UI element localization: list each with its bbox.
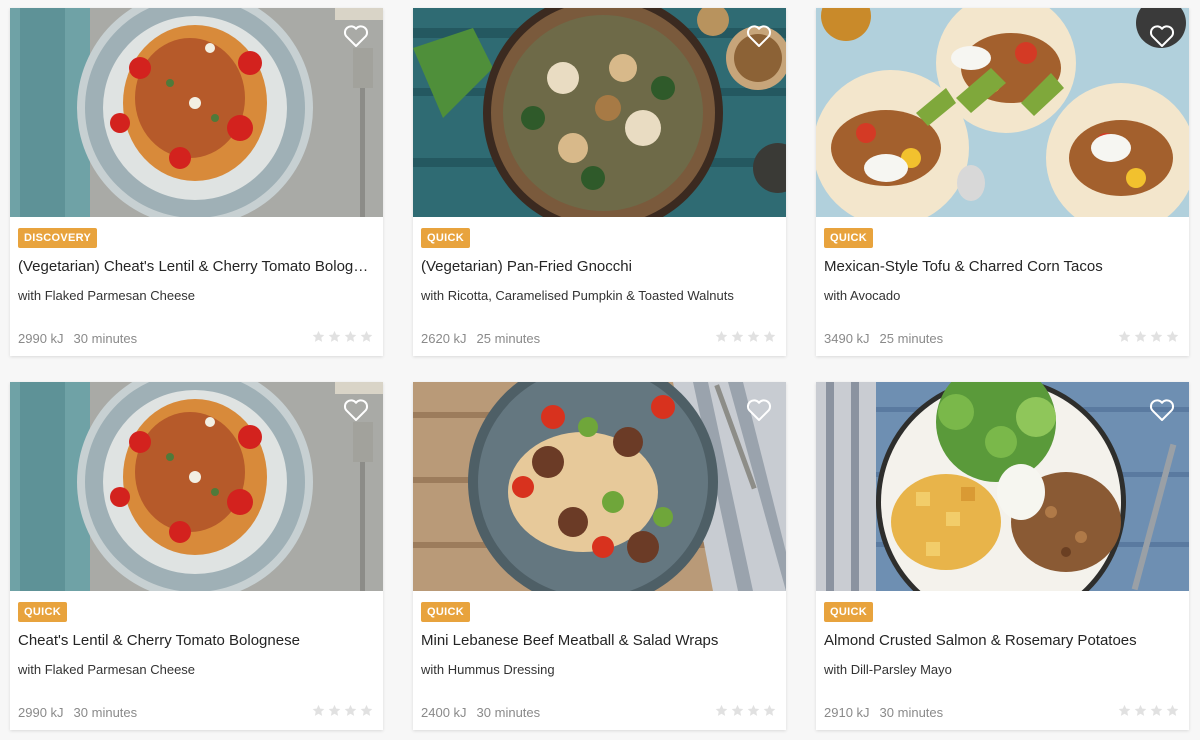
favorite-heart-icon[interactable]: [343, 398, 369, 422]
recipe-badge: DISCOVERY: [18, 228, 98, 248]
star-icon[interactable]: [1150, 704, 1163, 717]
recipe-meta: 2990 kJ 30 minutes: [18, 705, 137, 720]
star-icon[interactable]: [360, 704, 373, 717]
recipe-title[interactable]: (Vegetarian) Cheat's Lentil & Cherry Tom…: [18, 257, 375, 277]
salmon-potatoes-photo: [816, 382, 1189, 591]
favorite-heart-icon[interactable]: [746, 24, 772, 48]
star-icon[interactable]: [731, 330, 744, 343]
recipe-meta: 2620 kJ 25 minutes: [421, 331, 540, 346]
recipe-meta: 2990 kJ 30 minutes: [18, 331, 137, 346]
recipe-card[interactable]: DISCOVERY (Vegetarian) Cheat's Lentil & …: [10, 8, 383, 356]
recipe-image[interactable]: [816, 382, 1189, 591]
recipe-badge: QUICK: [421, 602, 470, 622]
recipe-title[interactable]: (Vegetarian) Pan-Fried Gnocchi: [421, 257, 778, 277]
tacos-photo: [816, 8, 1189, 217]
recipe-energy: 2910 kJ: [824, 705, 870, 720]
recipe-title[interactable]: Mini Lebanese Beef Meatball & Salad Wrap…: [421, 631, 778, 651]
recipe-energy: 2400 kJ: [421, 705, 467, 720]
star-icon[interactable]: [344, 704, 357, 717]
recipe-energy: 2620 kJ: [421, 331, 467, 346]
recipe-title[interactable]: Almond Crusted Salmon & Rosemary Potatoe…: [824, 631, 1181, 651]
star-rating[interactable]: [715, 330, 776, 343]
star-rating[interactable]: [1118, 704, 1179, 717]
favorite-heart-icon[interactable]: [1149, 398, 1175, 422]
recipe-image[interactable]: [10, 382, 383, 591]
gnocchi-bowl-photo: [413, 8, 786, 217]
recipe-energy: 3490 kJ: [824, 331, 870, 346]
star-rating[interactable]: [715, 704, 776, 717]
star-icon[interactable]: [1118, 704, 1131, 717]
recipe-title[interactable]: Cheat's Lentil & Cherry Tomato Bolognese: [18, 631, 375, 651]
recipe-time: 30 minutes: [879, 705, 944, 720]
recipe-subtitle: with Ricotta, Caramelised Pumpkin & Toas…: [421, 288, 734, 303]
star-icon[interactable]: [312, 330, 325, 343]
star-icon[interactable]: [1134, 704, 1147, 717]
card-body: DISCOVERY (Vegetarian) Cheat's Lentil & …: [10, 217, 383, 356]
star-icon[interactable]: [360, 330, 373, 343]
recipe-card[interactable]: QUICK Mini Lebanese Beef Meatball & Sala…: [413, 382, 786, 730]
recipe-badge: QUICK: [421, 228, 470, 248]
recipe-card[interactable]: QUICK (Vegetarian) Pan-Fried Gnocchi wit…: [413, 8, 786, 356]
meatball-wraps-photo: [413, 382, 786, 591]
recipe-time: 30 minutes: [73, 705, 138, 720]
recipe-card[interactable]: QUICK Cheat's Lentil & Cherry Tomato Bol…: [10, 382, 383, 730]
recipe-meta: 3490 kJ 25 minutes: [824, 331, 943, 346]
recipe-badge: QUICK: [824, 228, 873, 248]
star-icon[interactable]: [763, 330, 776, 343]
star-rating[interactable]: [312, 704, 373, 717]
card-body: QUICK Mexican-Style Tofu & Charred Corn …: [816, 217, 1189, 356]
recipe-subtitle: with Flaked Parmesan Cheese: [18, 288, 196, 303]
star-icon[interactable]: [747, 330, 760, 343]
recipe-badge: QUICK: [824, 602, 873, 622]
recipe-subtitle: with Avocado: [824, 288, 901, 303]
recipe-time: 25 minutes: [879, 331, 944, 346]
star-icon[interactable]: [1166, 704, 1179, 717]
recipe-energy: 2990 kJ: [18, 705, 64, 720]
recipe-image[interactable]: [816, 8, 1189, 217]
card-body: QUICK Mini Lebanese Beef Meatball & Sala…: [413, 591, 786, 730]
recipe-card[interactable]: QUICK Mexican-Style Tofu & Charred Corn …: [816, 8, 1189, 356]
star-icon[interactable]: [328, 330, 341, 343]
star-icon[interactable]: [1134, 330, 1147, 343]
favorite-heart-icon[interactable]: [746, 398, 772, 422]
star-icon[interactable]: [747, 704, 760, 717]
spaghetti-bolognese-photo: [10, 8, 383, 217]
recipe-meta: 2400 kJ 30 minutes: [421, 705, 540, 720]
star-icon[interactable]: [312, 704, 325, 717]
star-icon[interactable]: [328, 704, 341, 717]
recipe-badge: QUICK: [18, 602, 67, 622]
star-icon[interactable]: [731, 704, 744, 717]
recipe-time: 30 minutes: [73, 331, 138, 346]
card-body: QUICK Cheat's Lentil & Cherry Tomato Bol…: [10, 591, 383, 730]
recipe-image[interactable]: [413, 8, 786, 217]
star-icon[interactable]: [1118, 330, 1131, 343]
recipe-image[interactable]: [413, 382, 786, 591]
recipe-subtitle: with Hummus Dressing: [421, 662, 555, 677]
star-rating[interactable]: [312, 330, 373, 343]
star-icon[interactable]: [1150, 330, 1163, 343]
star-icon[interactable]: [344, 330, 357, 343]
recipe-subtitle: with Dill-Parsley Mayo: [824, 662, 952, 677]
recipe-grid: DISCOVERY (Vegetarian) Cheat's Lentil & …: [10, 8, 1190, 730]
star-icon[interactable]: [715, 330, 728, 343]
star-rating[interactable]: [1118, 330, 1179, 343]
recipe-title[interactable]: Mexican-Style Tofu & Charred Corn Tacos: [824, 257, 1181, 277]
recipe-card[interactable]: QUICK Almond Crusted Salmon & Rosemary P…: [816, 382, 1189, 730]
star-icon[interactable]: [763, 704, 776, 717]
star-icon[interactable]: [715, 704, 728, 717]
recipe-subtitle: with Flaked Parmesan Cheese: [18, 662, 196, 677]
card-body: QUICK Almond Crusted Salmon & Rosemary P…: [816, 591, 1189, 730]
favorite-heart-icon[interactable]: [343, 24, 369, 48]
recipe-energy: 2990 kJ: [18, 331, 64, 346]
recipe-image[interactable]: [10, 8, 383, 217]
recipe-time: 30 minutes: [476, 705, 541, 720]
recipe-meta: 2910 kJ 30 minutes: [824, 705, 943, 720]
favorite-heart-icon[interactable]: [1149, 24, 1175, 48]
spaghetti-bolognese-photo: [10, 382, 383, 591]
star-icon[interactable]: [1166, 330, 1179, 343]
recipe-time: 25 minutes: [476, 331, 541, 346]
card-body: QUICK (Vegetarian) Pan-Fried Gnocchi wit…: [413, 217, 786, 356]
